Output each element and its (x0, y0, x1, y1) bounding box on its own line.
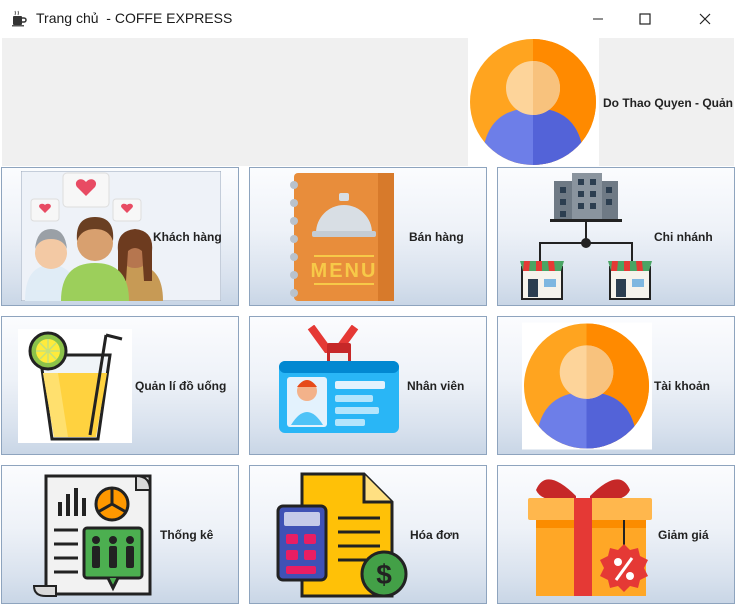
customers-label: Khách hàng (153, 230, 222, 244)
svg-text:MENU: MENU (311, 260, 378, 282)
user-avatar-icon (470, 39, 596, 165)
branch-label: Chi nhánh (654, 230, 713, 244)
employees-button[interactable]: Nhân viên (249, 316, 487, 455)
employees-label: Nhân viên (407, 379, 465, 393)
account-label: Tài khoản (654, 379, 711, 393)
statistics-report-icon (32, 474, 152, 597)
discount-gift-icon (528, 479, 652, 596)
sales-label: Bán hàng (409, 230, 464, 244)
branch-button[interactable]: Chi nhánh (497, 167, 735, 306)
maximize-button[interactable] (622, 0, 668, 38)
account-avatar-icon (522, 322, 652, 450)
minimize-button[interactable] (575, 0, 621, 38)
close-button[interactable] (682, 0, 728, 38)
account-button[interactable]: Tài khoản (497, 316, 735, 455)
menu-book-icon: MENU (290, 173, 394, 301)
statistics-button[interactable]: Thống kê (1, 465, 239, 604)
window-title: Trang chủ - COFFE EXPRESS (36, 10, 233, 26)
header-panel: Do Thao Quyen - Quản lí (2, 38, 736, 166)
invoice-label: Hóa đơn (410, 528, 460, 542)
drink-glass-icon (18, 329, 132, 443)
statistics-label: Thống kê (160, 528, 214, 542)
drinks-label: Quản lí đồ uống (135, 379, 227, 393)
customers-button[interactable]: Khách hàng (1, 167, 239, 306)
svg-text:$: $ (376, 559, 392, 590)
invoice-button[interactable]: $ Hóa đơn (249, 465, 487, 604)
minimize-icon (593, 18, 603, 20)
user-avatar[interactable] (468, 38, 599, 166)
user-name-label: Do Thao Quyen - Quản lí (603, 96, 736, 110)
invoice-calculator-icon: $ (276, 472, 408, 598)
branch-network-icon (520, 173, 652, 300)
discount-label: Giảm giá (658, 528, 709, 542)
drinks-button[interactable]: Quản lí đồ uống (1, 316, 239, 455)
discount-button[interactable]: Giảm giá (497, 465, 735, 604)
employee-badge-icon (279, 325, 399, 433)
close-icon (699, 13, 711, 25)
title-bar: Trang chủ - COFFE EXPRESS (0, 0, 736, 38)
coffee-app-icon (12, 10, 27, 27)
maximize-icon (639, 13, 651, 25)
sales-button[interactable]: MENU Bán hàng (249, 167, 487, 306)
